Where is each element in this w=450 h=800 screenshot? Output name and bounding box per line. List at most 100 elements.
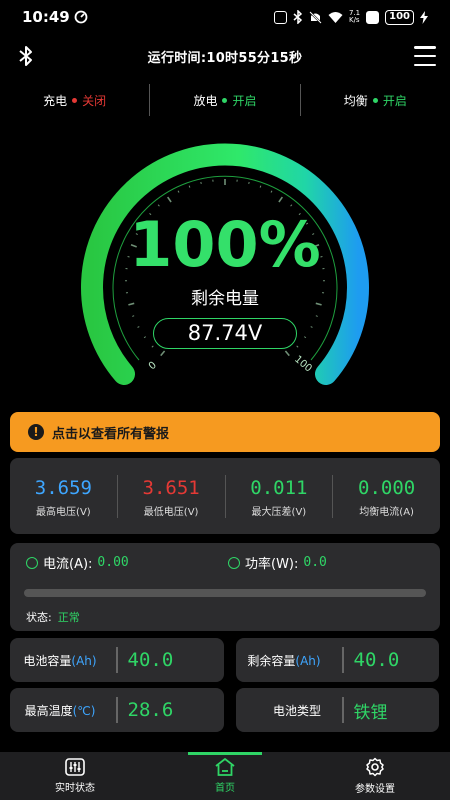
divider bbox=[116, 697, 118, 723]
current-icon bbox=[26, 556, 38, 569]
stat-min-voltage: 3.651 最低电压(V) bbox=[116, 474, 225, 518]
gauge-tick bbox=[143, 336, 147, 339]
capacity-label: 电池容量 bbox=[23, 653, 72, 668]
mute-icon bbox=[309, 10, 322, 24]
stat-value: 3.659 bbox=[34, 476, 92, 499]
charging-bolt-icon bbox=[420, 10, 428, 24]
remaining-tile: 剩余容量(Ah) 40.0 bbox=[236, 638, 439, 682]
network-speed: 7.1 K/s bbox=[348, 9, 361, 24]
gauge-tick bbox=[132, 315, 135, 317]
nav-home[interactable]: 首页 bbox=[150, 752, 300, 800]
remaining-value: 40.0 bbox=[353, 649, 400, 671]
stat-balance-current: 0.000 均衡电流(A) bbox=[332, 474, 440, 518]
gauge-tick bbox=[296, 345, 299, 348]
balance-status[interactable]: 均衡 开启 bbox=[299, 84, 450, 116]
nav-realtime[interactable]: 实时状态 bbox=[0, 752, 150, 800]
gauge-tick bbox=[177, 190, 180, 193]
stat-label: 均衡电流(A) bbox=[359, 506, 414, 518]
runtime-title: 运行时间:10时55分15秒 bbox=[147, 50, 303, 66]
power-label: 功率(W): bbox=[245, 557, 299, 572]
alarm-banner[interactable]: ! 点击以查看所有警报 bbox=[10, 412, 440, 452]
wifi-icon bbox=[328, 12, 343, 23]
temperature-label: 最高温度 bbox=[24, 703, 73, 718]
gauge-tick bbox=[157, 204, 160, 207]
gauge-tick bbox=[278, 196, 284, 203]
clock-time: 10:49 bbox=[22, 8, 70, 26]
charge-status[interactable]: 充电 关闭 bbox=[0, 84, 149, 116]
gauge-tick bbox=[303, 336, 307, 339]
power-value: 0.0 bbox=[303, 555, 327, 570]
app-header: 运行时间:10时55分15秒 bbox=[0, 38, 450, 74]
discharge-dot bbox=[222, 97, 228, 103]
remaining-unit: (Ah) bbox=[295, 653, 321, 668]
system-status-bar: 10:49 7.1 K/s 100 bbox=[0, 0, 450, 34]
state-row: 状态: 正常 bbox=[26, 609, 80, 625]
gauge-tick bbox=[160, 350, 166, 357]
current-bar bbox=[24, 589, 426, 597]
stat-max-voltage: 3.659 最高电压(V) bbox=[10, 475, 117, 518]
stat-value: 3.651 bbox=[142, 476, 200, 499]
gauge-tick bbox=[188, 185, 191, 188]
current-row: 电流(A): 0.00 bbox=[26, 553, 129, 572]
stat-label: 最高电压(V) bbox=[36, 506, 91, 518]
temperature-value: 28.6 bbox=[127, 699, 174, 721]
stat-label: 最大压差(V) bbox=[251, 506, 307, 518]
gauge-tick bbox=[290, 204, 293, 207]
gauge-tick bbox=[259, 185, 262, 188]
gauge-tick bbox=[137, 326, 140, 328]
cell-stats-card: 3.659 最高电压(V) 3.651 最低电压(V) 0.011 最大压差(V… bbox=[10, 458, 440, 534]
charge-state: 关闭 bbox=[82, 93, 107, 108]
power-icon bbox=[228, 556, 240, 569]
temperature-tile: 最高温度(℃) 28.6 bbox=[10, 688, 224, 732]
soc-gauge: 0 100 100% 剩余电量 87.74V bbox=[40, 124, 410, 404]
battery-type-tile: 电池类型 铁锂 bbox=[236, 688, 439, 732]
gauge-tick bbox=[270, 190, 273, 193]
current-power-card: 电流(A): 0.00 功率(W): 0.0 状态: 正常 bbox=[10, 543, 440, 631]
stat-label: 最低电压(V) bbox=[143, 506, 199, 518]
battery-type-label: 电池类型 bbox=[272, 703, 321, 718]
alert-square-icon bbox=[366, 10, 380, 24]
battery-type-value: 铁锂 bbox=[353, 702, 388, 723]
menu-icon[interactable] bbox=[414, 46, 436, 66]
gauge-max-label: 100 bbox=[292, 354, 314, 375]
gauge-tick bbox=[151, 345, 154, 348]
alarm-text: 点击以查看所有警报 bbox=[52, 426, 170, 442]
current-label: 电流(A): bbox=[43, 557, 93, 572]
gauge-tick bbox=[166, 196, 172, 203]
state-label: 状态: bbox=[26, 611, 52, 624]
speed-gauge-icon bbox=[74, 10, 88, 24]
charge-dot bbox=[72, 97, 78, 103]
balance-dot bbox=[372, 97, 378, 103]
nav-label: 实时状态 bbox=[55, 783, 95, 794]
stat-value: 0.011 bbox=[250, 476, 308, 499]
nav-settings[interactable]: 参数设置 bbox=[300, 752, 450, 800]
gauge-tick bbox=[284, 350, 290, 357]
soc-percent: 100% bbox=[129, 208, 321, 281]
nfc-icon bbox=[273, 10, 287, 24]
bottom-navigation: 实时状态 首页 参数设置 bbox=[0, 752, 450, 800]
gauge-tick bbox=[315, 315, 318, 317]
discharge-state: 开启 bbox=[232, 93, 257, 108]
sliders-icon bbox=[65, 758, 85, 776]
temperature-unit: (℃) bbox=[72, 703, 96, 718]
capacity-value: 40.0 bbox=[127, 649, 174, 671]
balance-label: 均衡 bbox=[343, 93, 368, 108]
power-row: 功率(W): 0.0 bbox=[228, 553, 327, 572]
capacity-unit: (Ah) bbox=[71, 653, 97, 668]
stat-max-diff: 0.011 最大压差(V) bbox=[224, 474, 333, 518]
balance-state: 开启 bbox=[382, 93, 407, 108]
discharge-status[interactable]: 放电 开启 bbox=[149, 84, 299, 116]
remaining-label: 剩余容量 bbox=[247, 653, 296, 668]
soc-label: 剩余电量 bbox=[191, 289, 259, 309]
battery-level: 100 bbox=[385, 9, 414, 25]
stat-value: 0.000 bbox=[358, 476, 416, 499]
divider bbox=[342, 647, 344, 673]
switch-status-row: 充电 关闭 放电 开启 均衡 开启 bbox=[0, 84, 450, 116]
state-value: 正常 bbox=[57, 611, 80, 624]
discharge-label: 放电 bbox=[193, 93, 218, 108]
total-voltage: 87.74V bbox=[153, 318, 297, 349]
divider bbox=[116, 647, 118, 673]
bluetooth-icon[interactable] bbox=[14, 44, 38, 68]
warning-icon: ! bbox=[28, 424, 44, 440]
capacity-tile: 电池容量(Ah) 40.0 bbox=[10, 638, 224, 682]
